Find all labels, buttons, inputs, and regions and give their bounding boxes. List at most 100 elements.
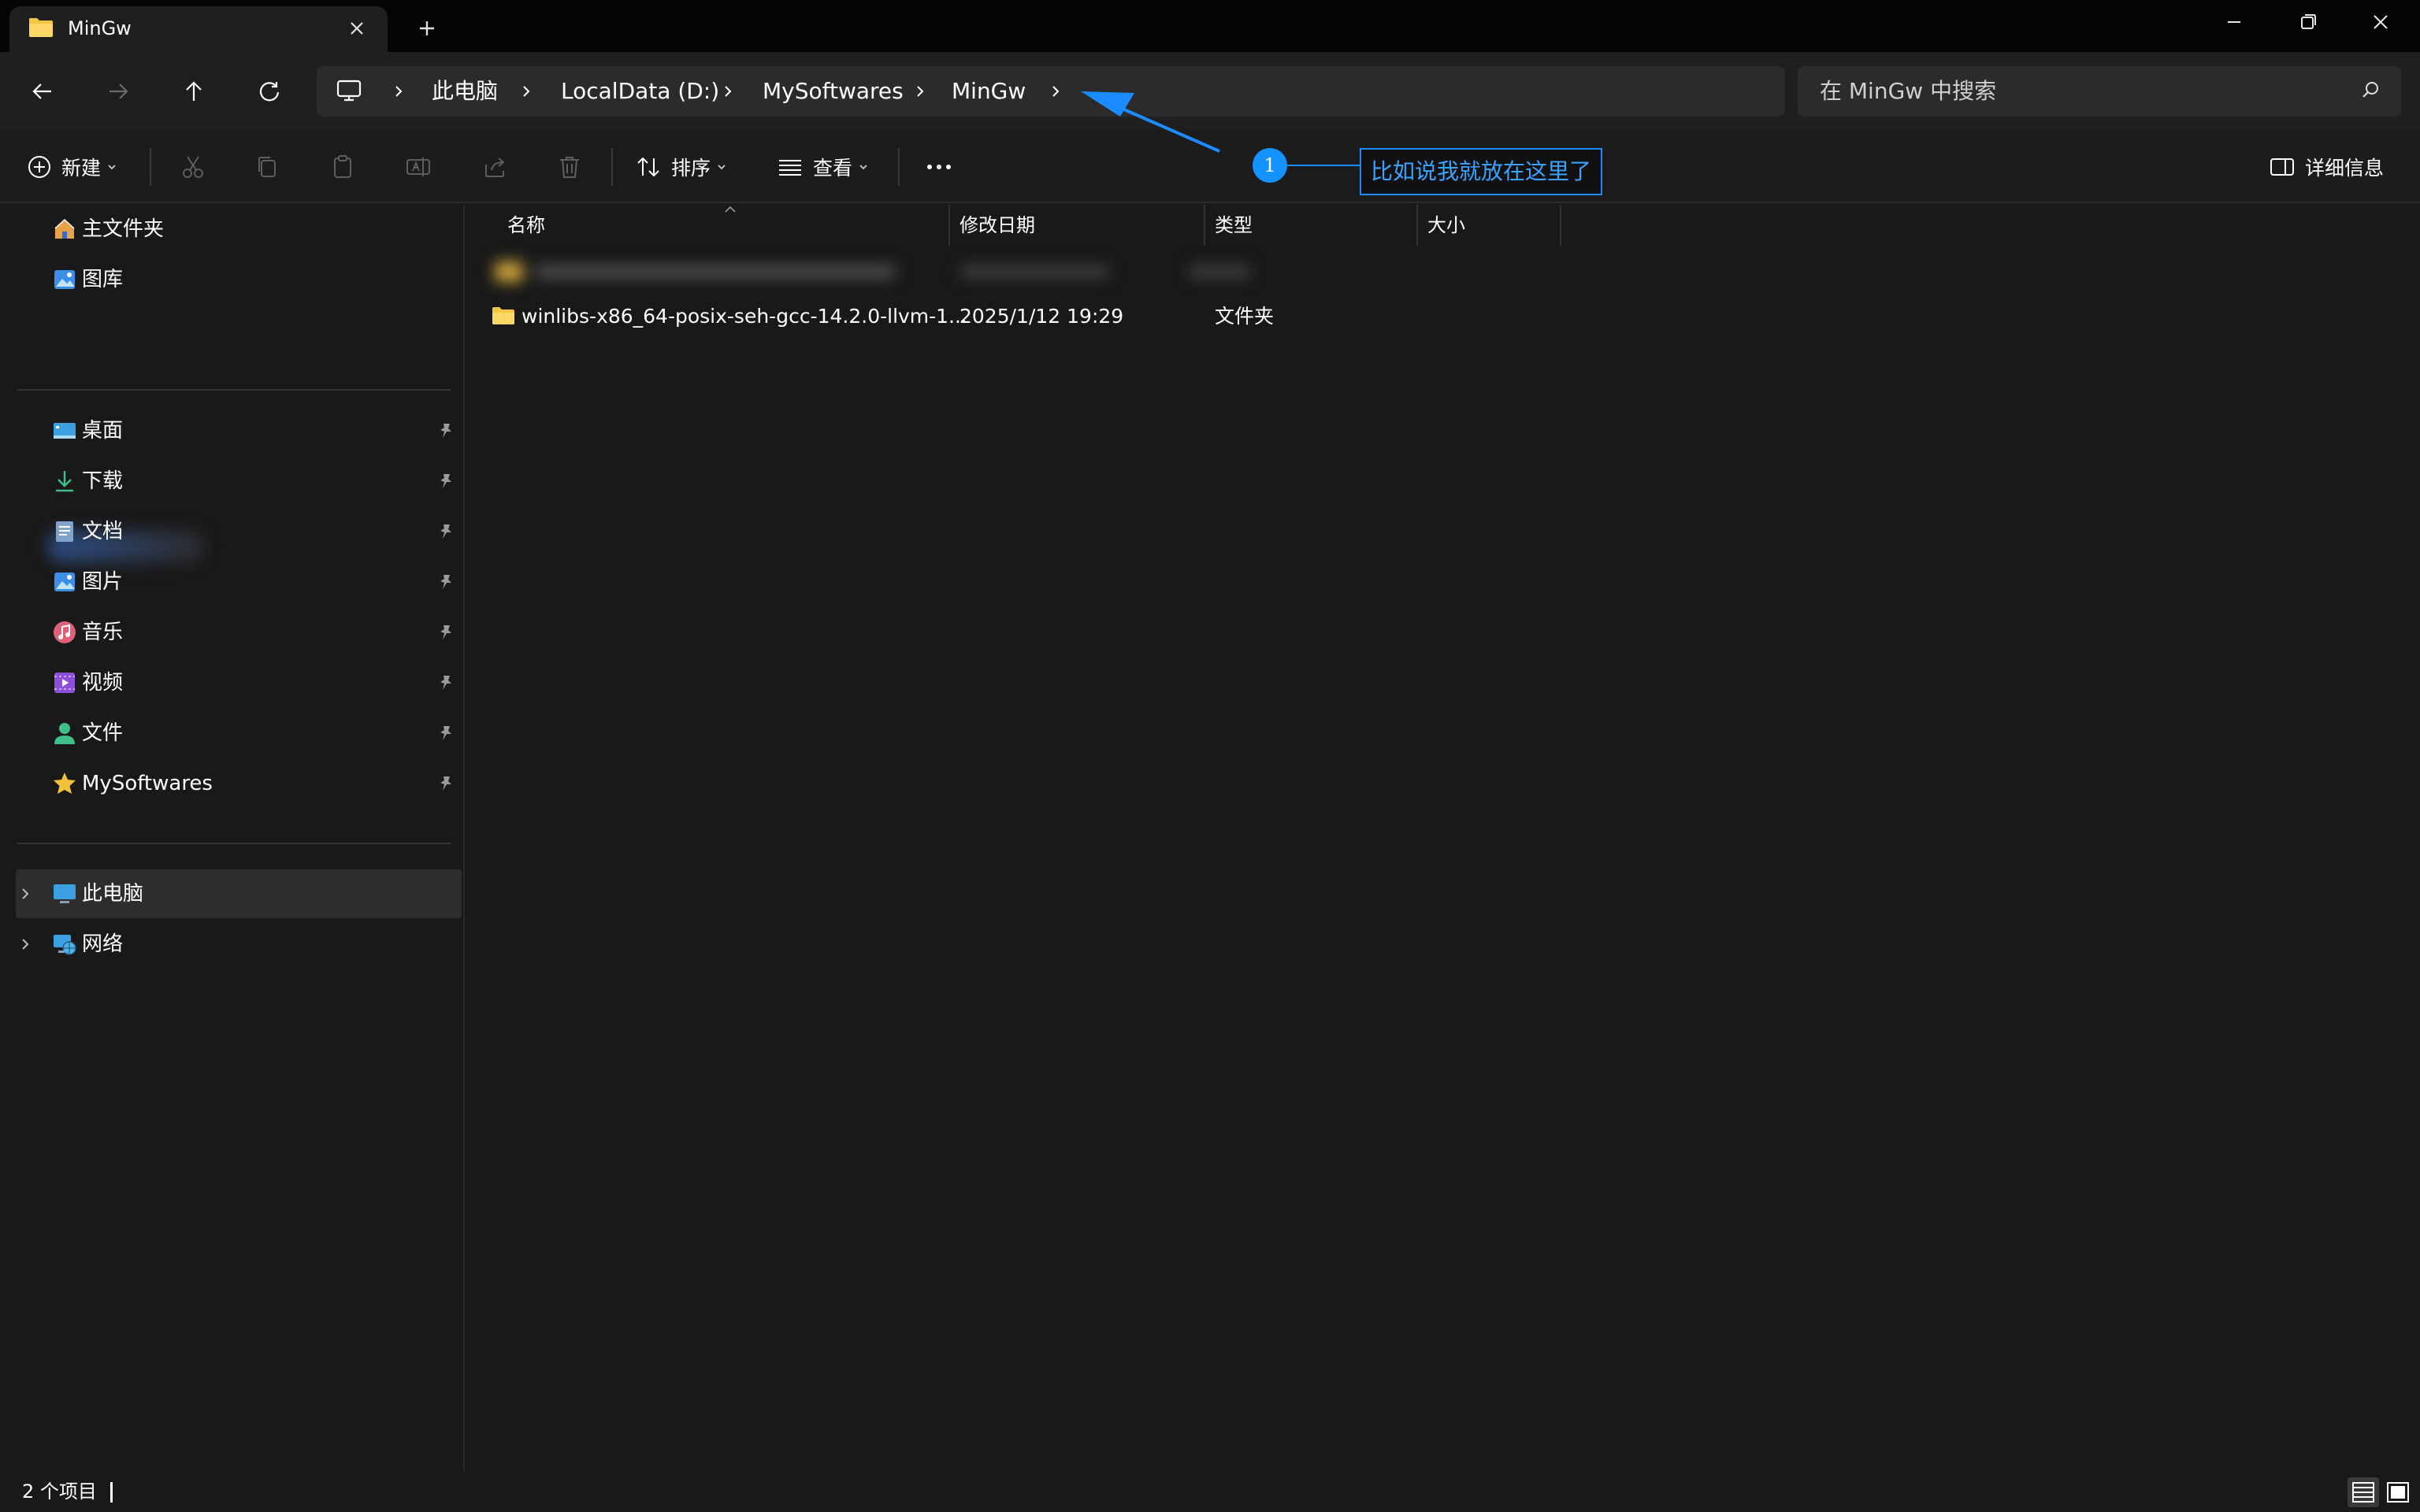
breadcrumb[interactable]: 此电脑 LocalData (D:) MySoftwares MinGw — [317, 66, 1785, 117]
sidebar-item-videos[interactable]: 视频 — [16, 658, 462, 707]
sidebar-item-label: MySoftwares — [82, 772, 213, 795]
breadcrumb-localdata[interactable]: LocalData (D:) — [561, 77, 719, 106]
pin-icon[interactable] — [436, 774, 455, 793]
up-button[interactable] — [173, 71, 214, 112]
chevron-right-icon[interactable] — [1048, 82, 1063, 101]
pin-icon[interactable] — [436, 673, 455, 692]
divider — [17, 389, 451, 391]
folder-icon — [29, 18, 53, 37]
chevron-right-icon[interactable] — [16, 935, 35, 954]
pin-icon[interactable] — [436, 724, 455, 743]
sidebar-item-gallery[interactable]: 图库 — [16, 255, 462, 304]
divider — [898, 148, 900, 186]
rename-button[interactable] — [405, 146, 432, 187]
sidebar-item-label: 下载 — [82, 469, 124, 493]
arrow-left-icon — [32, 83, 51, 99]
copy-button[interactable] — [254, 146, 280, 187]
sidebar-item-this-pc[interactable]: 此电脑 — [16, 869, 462, 918]
column-header-type[interactable]: 类型 — [1205, 205, 1418, 246]
paste-icon — [334, 155, 351, 178]
pin-icon[interactable] — [436, 573, 455, 591]
tab-mingw[interactable]: MinGw — [9, 6, 388, 52]
desktop-icon — [54, 423, 76, 439]
share-button[interactable] — [482, 146, 509, 187]
sidebar-item-home[interactable]: 主文件夹 — [16, 205, 462, 254]
more-options-button[interactable] — [922, 146, 956, 187]
column-header-size[interactable]: 大小 — [1418, 205, 1561, 246]
sidebar-item-pictures[interactable]: 图片 — [16, 558, 462, 606]
cut-button[interactable] — [180, 146, 206, 187]
chevron-right-icon[interactable] — [16, 884, 35, 903]
details-pane-icon — [2270, 158, 2294, 176]
sidebar-item-files[interactable]: 文件 — [16, 709, 462, 758]
paste-button[interactable] — [329, 146, 356, 187]
column-header-name[interactable]: 名称 — [498, 205, 950, 246]
details-view-button[interactable] — [2348, 1477, 2379, 1507]
sidebar-item-mysoftwares[interactable]: MySoftwares — [16, 759, 462, 808]
breadcrumb-mingw[interactable]: MinGw — [952, 77, 1026, 106]
details-label: 详细信息 — [2305, 157, 2385, 180]
new-tab-icon[interactable] — [411, 14, 443, 43]
sidebar-item-label: 音乐 — [82, 621, 124, 644]
breadcrumb-this-pc[interactable]: 此电脑 — [432, 77, 498, 106]
view-button[interactable]: 查看 — [777, 146, 871, 187]
sidebar-item-label: 主文件夹 — [82, 217, 165, 241]
pictures-icon — [54, 573, 75, 591]
document-icon — [56, 521, 73, 542]
file-modified: 2025/1/12 19:29 — [959, 305, 1124, 328]
copy-icon — [258, 157, 276, 177]
back-button[interactable] — [22, 71, 63, 112]
sort-label: 排序 — [671, 157, 711, 180]
close-tab-icon[interactable] — [344, 16, 369, 41]
sidebar-item-documents[interactable]: 文档 — [16, 507, 462, 556]
search-input[interactable]: 在 MinGw 中搜索 — [1798, 66, 2401, 117]
column-header-modified[interactable]: 修改日期 — [950, 205, 1205, 246]
trash-icon — [560, 157, 579, 178]
cut-icon — [183, 156, 203, 178]
chevron-down-icon — [108, 165, 116, 170]
large-icons-view-button[interactable] — [2382, 1477, 2414, 1507]
annotation-number: 1 — [1253, 148, 1287, 183]
refresh-button[interactable] — [249, 71, 290, 112]
pin-icon[interactable] — [436, 472, 455, 491]
breadcrumb-mysoftwares[interactable]: MySoftwares — [763, 77, 904, 106]
large-icons-view-icon — [2387, 1482, 2409, 1503]
sidebar-item-label: 视频 — [82, 671, 124, 695]
sort-icon — [637, 157, 659, 177]
chevron-down-icon — [718, 165, 726, 170]
sidebar-item-label: 桌面 — [82, 419, 124, 443]
item-count: 2 个项目 — [22, 1480, 97, 1503]
chevron-right-icon[interactable] — [518, 82, 534, 101]
new-button[interactable]: 新建 — [27, 146, 120, 187]
delete-button[interactable] — [556, 146, 583, 187]
share-icon — [485, 158, 505, 177]
chevron-right-icon[interactable] — [720, 82, 736, 101]
sort-button[interactable]: 排序 — [635, 146, 729, 187]
chevron-right-icon[interactable] — [391, 82, 406, 101]
restore-icon[interactable] — [2272, 0, 2344, 44]
sidebar-item-label: 图库 — [82, 268, 124, 291]
forward-button[interactable] — [98, 71, 139, 112]
sidebar-item-label: 网络 — [82, 932, 124, 956]
table-row[interactable]: winlibs-x86_64-posix-seh-gcc-14.2.0-llvm… — [482, 299, 1695, 334]
computer-icon — [336, 80, 362, 102]
search-placeholder: 在 MinGw 中搜索 — [1820, 78, 1997, 104]
title-bar: MinGw — [0, 0, 2420, 52]
pin-icon[interactable] — [436, 421, 455, 440]
more-icon — [927, 165, 951, 169]
pin-icon[interactable] — [436, 623, 455, 642]
pin-icon[interactable] — [436, 522, 455, 541]
chevron-right-icon[interactable] — [912, 82, 928, 101]
sidebar-item-downloads[interactable]: 下载 — [16, 457, 462, 506]
details-pane-button[interactable]: 详细信息 — [2269, 146, 2384, 187]
sidebar-item-label: 此电脑 — [82, 882, 144, 906]
view-label: 查看 — [813, 157, 853, 180]
sidebar-item-network[interactable]: 网络 — [16, 920, 462, 969]
file-name[interactable]: winlibs-x86_64-posix-seh-gcc-14.2.0-llvm… — [521, 299, 967, 334]
sidebar-item-desktop[interactable]: 桌面 — [16, 406, 462, 455]
minimize-icon[interactable] — [2198, 0, 2270, 44]
close-icon[interactable] — [2344, 0, 2417, 44]
status-divider — [110, 1482, 113, 1503]
sidebar-item-music[interactable]: 音乐 — [16, 608, 462, 657]
download-icon — [56, 471, 73, 492]
